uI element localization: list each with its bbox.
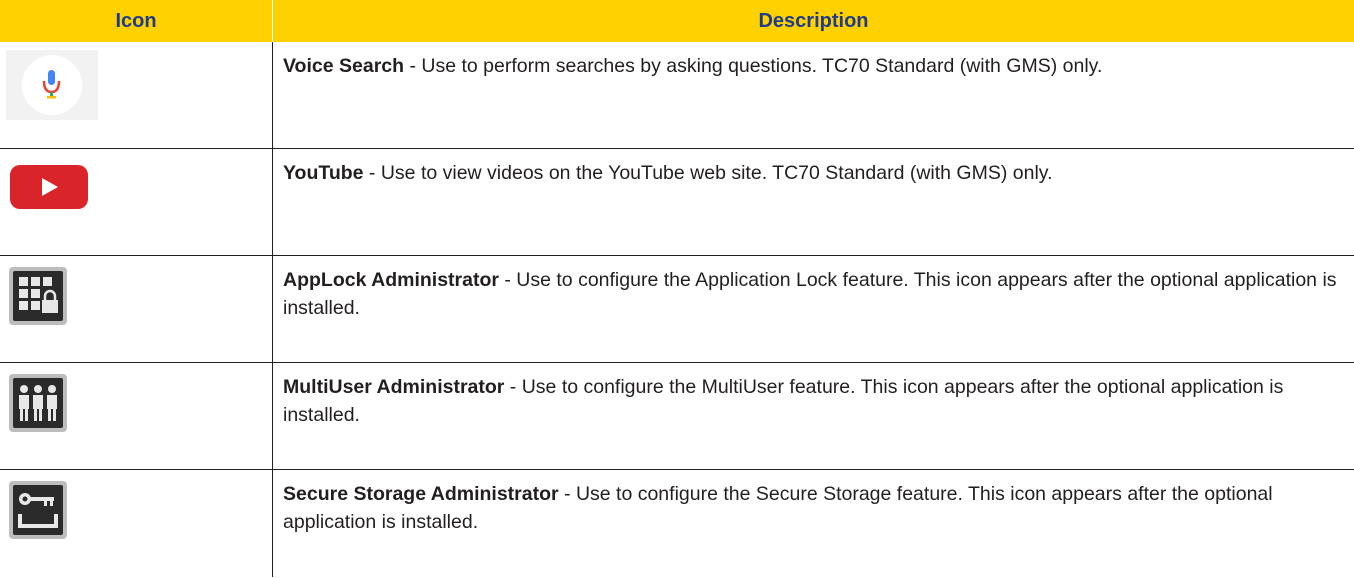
row-description: - Use to perform searches by asking ques…: [404, 55, 1103, 77]
table-row: MultiUser Administrator - Use to configu…: [0, 363, 1354, 470]
youtube-icon: [6, 157, 98, 217]
table-header: Icon Description: [0, 0, 1354, 42]
microphone-icon: [6, 50, 98, 120]
secure-storage-icon: [6, 478, 98, 539]
table-row: Voice Search - Use to perform searches b…: [0, 42, 1354, 149]
row-title: MultiUser Administrator: [283, 376, 505, 398]
description-column-header: Description: [758, 9, 869, 32]
table-row: YouTube - Use to view videos on the YouT…: [0, 149, 1354, 256]
table-row: Secure Storage Administrator - Use to co…: [0, 470, 1354, 577]
table-row: AppLock Administrator - Use to configure…: [0, 256, 1354, 363]
row-title: Voice Search: [283, 55, 405, 77]
multiuser-icon: [6, 371, 98, 432]
icon-column-header: Icon: [0, 0, 273, 42]
row-title: AppLock Administrator: [283, 269, 499, 291]
row-title: Secure Storage Administrator: [283, 483, 559, 505]
applock-icon: [6, 264, 98, 325]
row-description: - Use to view videos on the YouTube web …: [363, 162, 1053, 184]
row-title: YouTube: [283, 162, 364, 184]
app-icon-table: Icon Description Voice Search - Use to p…: [0, 0, 1354, 577]
